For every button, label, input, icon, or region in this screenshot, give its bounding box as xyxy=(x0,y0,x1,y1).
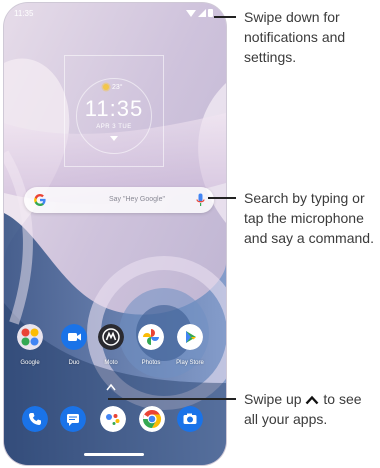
app-label: Moto xyxy=(104,360,118,366)
chevron-down-icon xyxy=(110,136,118,141)
microphone-icon[interactable] xyxy=(196,193,205,207)
weather-readout: 23° xyxy=(103,84,123,91)
google-search-bar[interactable]: Say "Hey Google" xyxy=(24,187,214,213)
app-google-folder[interactable]: Google xyxy=(11,324,49,366)
navigation-handle[interactable] xyxy=(84,453,144,456)
callout-leader-apps xyxy=(108,398,236,400)
callout-line: settings. xyxy=(244,49,297,65)
camera-icon[interactable] xyxy=(177,406,203,432)
callout-line: notifications and xyxy=(244,29,346,45)
swipe-up-chevron-icon xyxy=(106,383,116,391)
callout-search: Search by typing or tap the microphone a… xyxy=(244,188,374,248)
app-duo[interactable]: Duo xyxy=(55,324,93,366)
assistant-icon[interactable] xyxy=(100,406,126,432)
search-placeholder: Say "Hey Google" xyxy=(109,196,165,203)
callout-line: all your apps. xyxy=(244,411,328,427)
moto-icon xyxy=(98,324,124,350)
callout-text: Swipe up xyxy=(244,391,302,407)
callout-leader-search xyxy=(208,197,236,199)
status-bar[interactable]: 11:35 xyxy=(4,3,226,25)
app-label: Play Store xyxy=(176,360,204,366)
status-icons xyxy=(186,9,213,17)
clock-widget[interactable]: 23° 11:35 APR 3 TUE xyxy=(64,55,164,167)
clock-time: 11:35 xyxy=(84,96,144,121)
callout-apps: Swipe up to see all your apps. xyxy=(244,389,362,429)
callout-text: to see xyxy=(323,391,362,407)
app-label: Google xyxy=(20,360,40,366)
clock-date: APR 3 TUE xyxy=(96,124,132,130)
app-play-store[interactable]: Play Store xyxy=(171,324,209,366)
app-moto[interactable]: Moto xyxy=(92,324,130,366)
callout-notifications: Swipe down for notifications and setting… xyxy=(244,7,345,67)
app-label: Duo xyxy=(68,360,80,366)
photos-icon xyxy=(138,324,164,350)
callout-leader-notifications xyxy=(214,16,236,18)
callout-line: Search by typing or xyxy=(244,190,365,206)
signal-icon xyxy=(198,9,206,17)
battery-icon xyxy=(208,9,213,17)
callout-line: Swipe down for xyxy=(244,9,340,25)
phone-icon[interactable] xyxy=(22,406,48,432)
temperature: 23° xyxy=(112,84,123,91)
google-folder-icon xyxy=(17,324,43,350)
status-time: 11:35 xyxy=(14,9,34,18)
callout-line: tap the microphone xyxy=(244,210,364,226)
app-label: Photos xyxy=(141,360,161,366)
app-photos[interactable]: Photos xyxy=(132,324,170,366)
chrome-icon[interactable] xyxy=(139,406,165,432)
play-store-icon xyxy=(177,324,203,350)
messages-icon[interactable] xyxy=(60,406,86,432)
google-logo-icon xyxy=(34,193,46,206)
wifi-icon xyxy=(186,10,196,17)
duo-icon xyxy=(61,324,87,350)
callout-line: Swipe up to see xyxy=(244,389,362,409)
sun-icon xyxy=(103,84,109,91)
callout-line: and say a command. xyxy=(244,230,374,246)
caret-up-icon xyxy=(306,395,319,405)
phone-screen: 11:35 23° 11:35 APR 3 TUE Say "Hey Googl… xyxy=(4,3,226,465)
